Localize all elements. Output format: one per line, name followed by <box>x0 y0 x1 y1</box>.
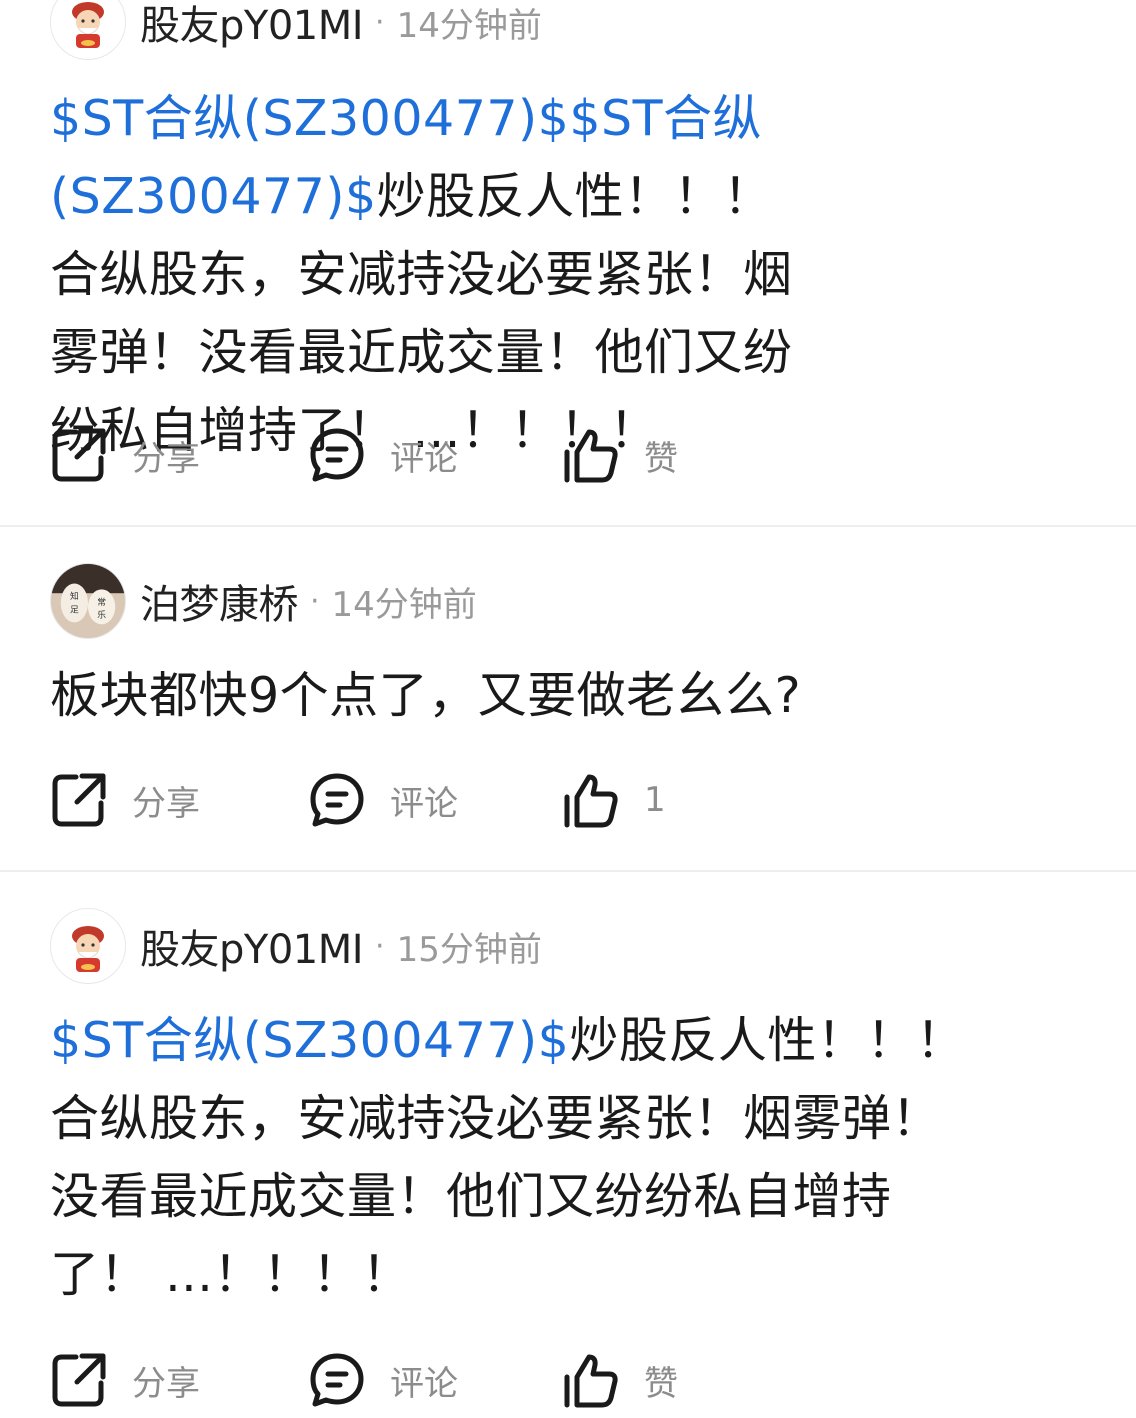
avatar[interactable] <box>50 0 126 60</box>
thumbs-up-icon <box>564 774 618 828</box>
avatar[interactable]: 知 足 常 乐 <box>50 563 126 639</box>
separator-dot: · <box>375 4 385 40</box>
post-header: 股友pY01MI · 14分钟前 <box>50 0 542 60</box>
stock-link[interactable]: $ST合纵(SZ300477)$ <box>50 1012 569 1069</box>
share-icon <box>52 428 106 482</box>
separator-dot: · <box>310 583 320 619</box>
thumbs-up-icon <box>564 1354 618 1408</box>
avatar-stones-icon: 知 足 常 乐 <box>51 564 125 638</box>
post-time: 14分钟前 <box>396 5 542 46</box>
like-label: 赞 <box>644 1363 678 1404</box>
svg-text:足: 足 <box>70 605 79 616</box>
like-label: 赞 <box>644 438 678 479</box>
post-text: 板块都快9个点了，又要做老幺么? <box>50 667 802 724</box>
post-content: $ST合纵(SZ300477)$炒股反人性！！！合纵股东，安减持没必要紧张！烟雾… <box>50 1002 980 1314</box>
comment-icon <box>310 773 364 827</box>
share-button[interactable]: 分享 <box>50 1350 200 1410</box>
like-button[interactable]: 1 <box>562 770 666 830</box>
svg-text:乐: 乐 <box>97 609 106 621</box>
share-button[interactable]: 分享 <box>50 770 200 830</box>
comment-label: 评论 <box>390 438 458 479</box>
share-icon <box>52 1353 106 1407</box>
post-time: 14分钟前 <box>331 584 477 625</box>
author-name[interactable]: 泊梦康桥 <box>140 572 299 630</box>
post-card: 股友pY01MI · 14分钟前 $ST合纵(SZ300477)$$ST合纵(S… <box>0 0 1136 525</box>
comment-button[interactable]: 评论 <box>308 425 458 485</box>
post-header: 股友pY01MI · 15分钟前 <box>50 908 542 984</box>
svg-text:知: 知 <box>70 590 79 602</box>
avatar-fortune-god-icon <box>72 926 104 972</box>
comment-button[interactable]: 评论 <box>308 770 458 830</box>
comment-button[interactable]: 评论 <box>308 1350 458 1410</box>
action-bar: 分享 评论 赞 <box>50 425 850 485</box>
post-header: 知 足 常 乐 泊梦康桥 · 14分钟前 <box>50 563 477 639</box>
post-card: 股友pY01MI · 15分钟前 $ST合纵(SZ300477)$炒股反人性！！… <box>0 872 1136 1418</box>
share-icon <box>52 773 106 827</box>
thumbs-up-icon <box>564 429 618 483</box>
post-content: $ST合纵(SZ300477)$$ST合纵(SZ300477)$炒股反人性！！！… <box>50 80 810 470</box>
share-label: 分享 <box>132 783 200 824</box>
separator-dot: · <box>375 928 385 964</box>
action-bar: 分享 评论 赞 <box>50 1350 850 1410</box>
action-bar: 分享 评论 1 <box>50 770 850 830</box>
comment-icon <box>310 428 364 482</box>
author-name[interactable]: 股友pY01MI <box>140 0 364 51</box>
like-button[interactable]: 赞 <box>562 1350 678 1410</box>
svg-text:常: 常 <box>97 596 106 608</box>
stock-link[interactable]: $ST合纵(SZ300477)$ <box>50 90 569 147</box>
comment-icon <box>310 1353 364 1407</box>
comment-label: 评论 <box>390 783 458 824</box>
avatar[interactable] <box>50 908 126 984</box>
comment-label: 评论 <box>390 1363 458 1404</box>
like-button[interactable]: 赞 <box>562 425 678 485</box>
author-name[interactable]: 股友pY01MI <box>140 917 364 975</box>
like-count: 1 <box>644 780 666 820</box>
avatar-fortune-god-icon <box>72 2 104 48</box>
post-time: 15分钟前 <box>396 929 542 970</box>
share-label: 分享 <box>132 1363 200 1404</box>
share-label: 分享 <box>132 438 200 479</box>
share-button[interactable]: 分享 <box>50 425 200 485</box>
post-content: 板块都快9个点了，又要做老幺么? <box>50 657 1090 735</box>
post-card: 知 足 常 乐 泊梦康桥 · 14分钟前 板块都快9个点了，又要做老幺么? 分享… <box>0 527 1136 870</box>
